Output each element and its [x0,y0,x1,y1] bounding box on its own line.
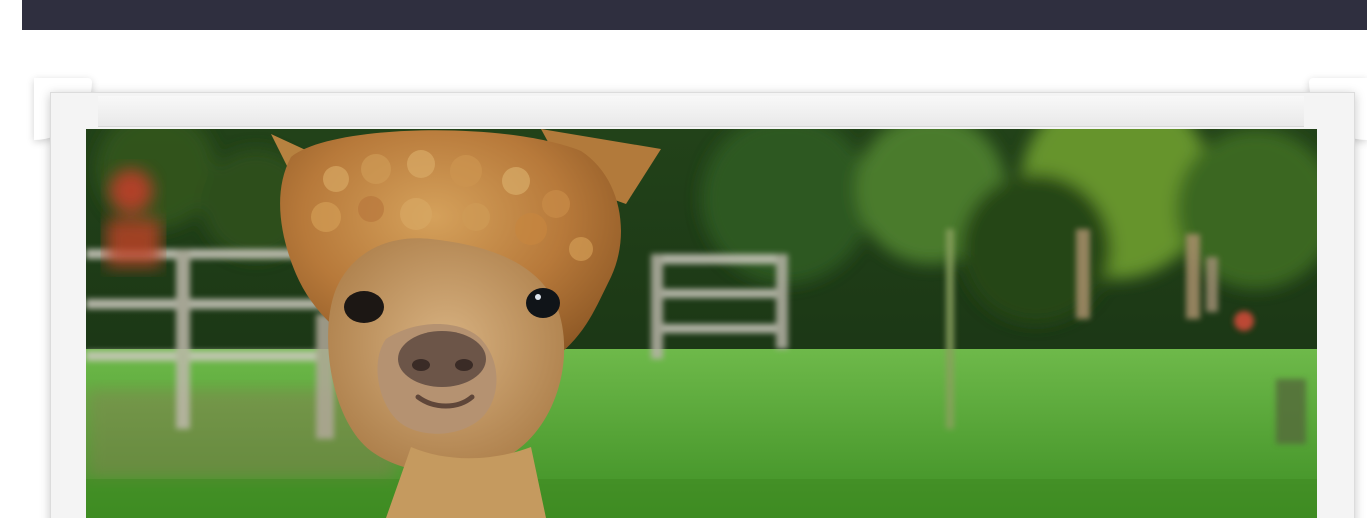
top-navigation-bar [22,0,1367,30]
alpaca-photo-illustration [86,129,1317,518]
hero-image [86,129,1317,518]
page-root [0,0,1367,518]
photo-frame-top-edge [98,96,1304,127]
